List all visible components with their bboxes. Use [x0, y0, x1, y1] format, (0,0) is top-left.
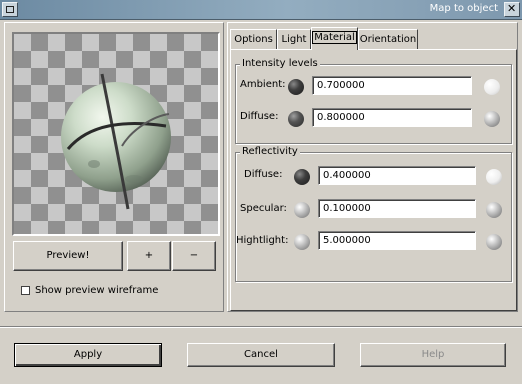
reflectivity-diffuse-label: Diffuse:: [244, 169, 283, 180]
tab-light[interactable]: Light: [277, 29, 311, 49]
preview-button[interactable]: Preview!: [13, 241, 123, 271]
ambient-low-preview-icon: [288, 79, 304, 95]
tab-orientation[interactable]: Orientation: [358, 29, 418, 49]
ambient-intensity-input[interactable]: 0.700000: [312, 76, 472, 95]
apply-button[interactable]: Apply: [14, 343, 162, 367]
highlight-low-icon: [294, 234, 310, 250]
window-menu-button[interactable]: [2, 2, 18, 17]
help-button[interactable]: Help: [360, 343, 506, 367]
preview-frame: [12, 32, 220, 236]
highlight-label: Hightlight:: [236, 235, 289, 246]
reflectivity-title: Reflectivity: [240, 146, 300, 157]
wireframe-label: Show preview wireframe: [35, 285, 159, 296]
highlight-high-icon: [486, 234, 502, 250]
diffuse-low-preview-icon: [288, 111, 304, 127]
dialog-separator: [0, 326, 522, 328]
diffuse-intensity-input[interactable]: 0.800000: [312, 108, 472, 127]
wireframe-checkbox[interactable]: [21, 286, 30, 295]
highlight-input[interactable]: 5.000000: [318, 231, 476, 250]
diffuse-high-preview-icon: [484, 111, 500, 127]
refl-diffuse-high-icon: [486, 169, 502, 185]
specular-input[interactable]: 0.100000: [318, 199, 476, 218]
window-menu-icon: [6, 6, 14, 13]
intensity-diffuse-label: Diffuse:: [240, 111, 279, 122]
sphere-preview-image: [61, 73, 171, 210]
refl-diffuse-low-icon: [294, 169, 310, 185]
zoom-in-button[interactable]: +: [127, 241, 171, 271]
tab-material-label: Material: [312, 31, 357, 44]
intensity-levels-group: Intensity levels Ambient: 0.700000 Diffu…: [235, 58, 512, 144]
material-tab-content: Intensity levels Ambient: 0.700000 Diffu…: [230, 49, 517, 311]
settings-panel: Options Light Material Orientation Inten…: [227, 22, 518, 312]
specular-high-icon: [486, 202, 502, 218]
close-button[interactable]: ✕: [504, 2, 520, 17]
reflectivity-diffuse-input[interactable]: 0.400000: [318, 166, 476, 185]
zoom-out-button[interactable]: −: [172, 241, 216, 271]
tab-options[interactable]: Options: [230, 29, 277, 49]
preview-panel: Preview! + − Show preview wireframe: [4, 22, 224, 312]
specular-label: Specular:: [240, 203, 287, 214]
reflectivity-group: Reflectivity Diffuse: 0.400000 Specular:…: [235, 146, 512, 282]
window-title: Map to object: [429, 3, 498, 14]
cancel-button[interactable]: Cancel: [187, 343, 335, 367]
specular-low-icon: [294, 202, 310, 218]
ambient-high-preview-icon: [484, 79, 500, 95]
intensity-levels-title: Intensity levels: [240, 58, 320, 69]
close-icon: ✕: [507, 2, 517, 15]
preview-canvas: [14, 34, 218, 234]
ambient-label: Ambient:: [240, 79, 286, 90]
tab-material[interactable]: Material: [311, 27, 358, 50]
title-bar: Map to object ✕: [0, 0, 522, 20]
